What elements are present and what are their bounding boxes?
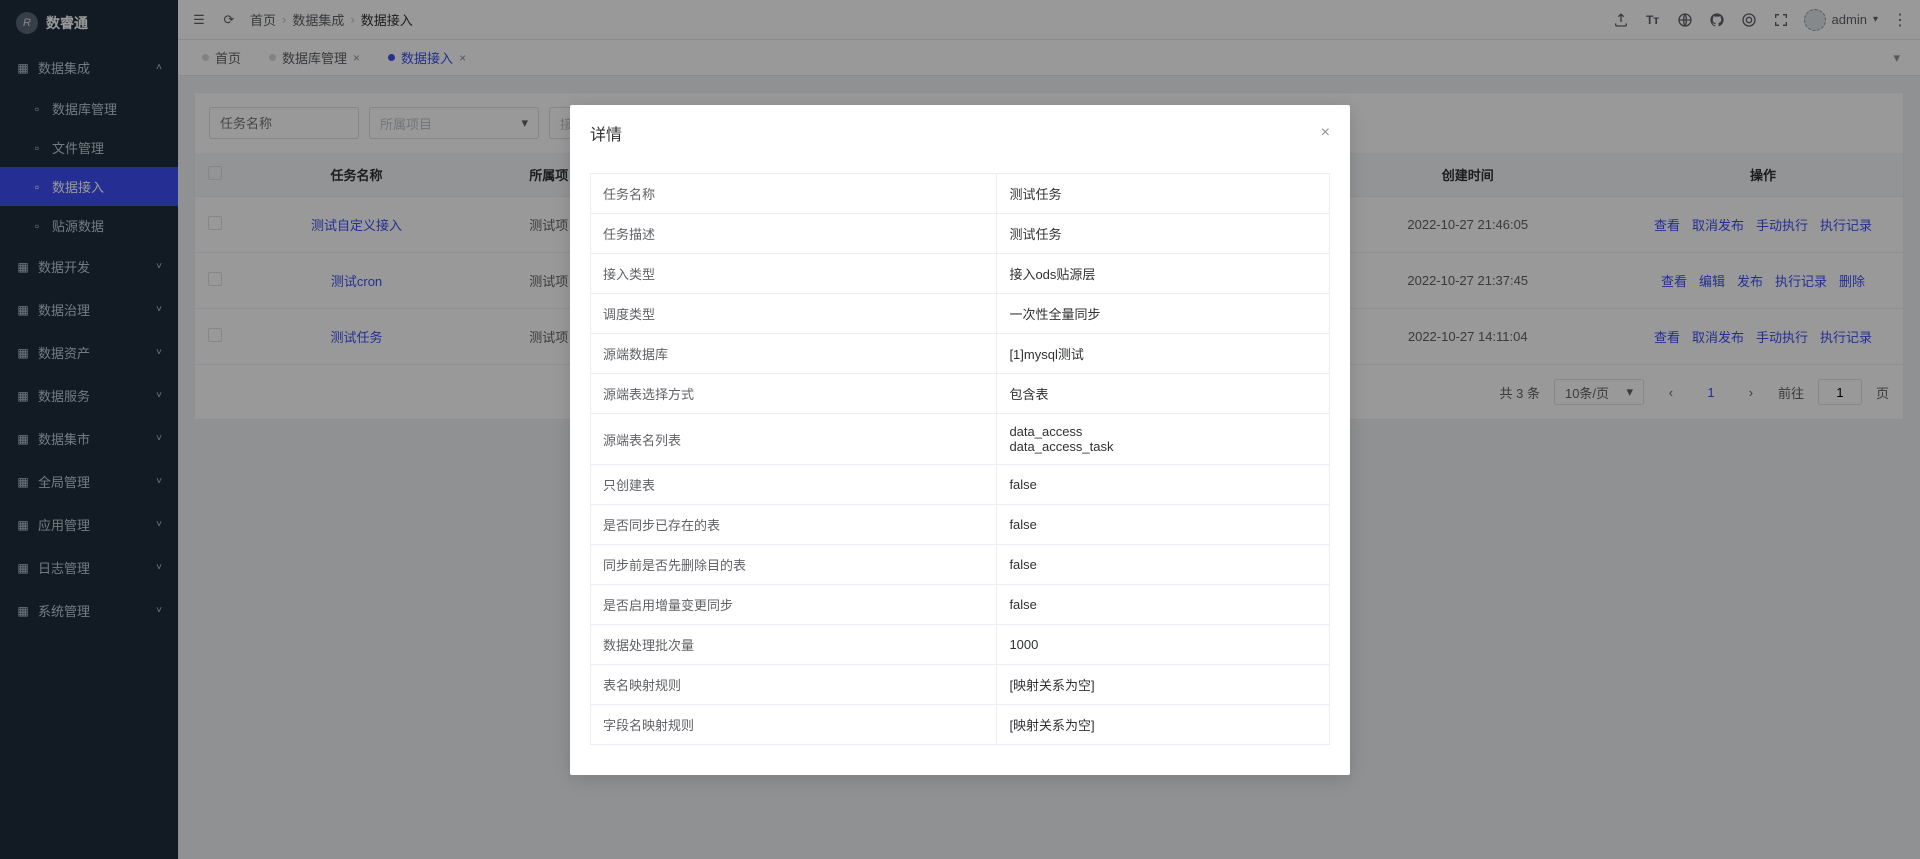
detail-row: 只创建表false: [591, 465, 1330, 505]
detail-label: 表名映射规则: [591, 665, 997, 705]
detail-label: 任务描述: [591, 214, 997, 254]
detail-label: 字段名映射规则: [591, 705, 997, 745]
detail-row: 是否同步已存在的表false: [591, 505, 1330, 545]
detail-dialog: 详情 × 任务名称测试任务任务描述测试任务接入类型接入ods贴源层调度类型一次性…: [570, 105, 1350, 775]
detail-row: 任务描述测试任务: [591, 214, 1330, 254]
detail-value: 测试任务: [997, 214, 1330, 254]
detail-row: 源端表选择方式包含表: [591, 374, 1330, 414]
detail-value: data_accessdata_access_task: [997, 414, 1330, 465]
detail-row: 数据处理批次量1000: [591, 625, 1330, 665]
detail-row: 字段名映射规则[映射关系为空]: [591, 705, 1330, 745]
detail-row: 同步前是否先删除目的表false: [591, 545, 1330, 585]
detail-row: 调度类型一次性全量同步: [591, 294, 1330, 334]
detail-value: 1000: [997, 625, 1330, 665]
detail-value: [映射关系为空]: [997, 705, 1330, 745]
detail-label: 源端表选择方式: [591, 374, 997, 414]
detail-value: false: [997, 545, 1330, 585]
detail-value: false: [997, 505, 1330, 545]
detail-label: 数据处理批次量: [591, 625, 997, 665]
dialog-title: 详情: [590, 121, 622, 145]
detail-value: 包含表: [997, 374, 1330, 414]
detail-value: false: [997, 465, 1330, 505]
detail-label: 同步前是否先删除目的表: [591, 545, 997, 585]
detail-label: 源端表名列表: [591, 414, 997, 465]
detail-label: 是否同步已存在的表: [591, 505, 997, 545]
detail-row: 是否启用增量变更同步false: [591, 585, 1330, 625]
detail-value: 接入ods贴源层: [997, 254, 1330, 294]
detail-value: [1]mysql测试: [997, 334, 1330, 374]
detail-row: 源端表名列表data_accessdata_access_task: [591, 414, 1330, 465]
detail-value: 测试任务: [997, 174, 1330, 214]
detail-table: 任务名称测试任务任务描述测试任务接入类型接入ods贴源层调度类型一次性全量同步源…: [590, 173, 1330, 745]
detail-label: 只创建表: [591, 465, 997, 505]
detail-label: 任务名称: [591, 174, 997, 214]
modal-overlay[interactable]: 详情 × 任务名称测试任务任务描述测试任务接入类型接入ods贴源层调度类型一次性…: [0, 0, 1920, 859]
detail-row: 表名映射规则[映射关系为空]: [591, 665, 1330, 705]
detail-label: 接入类型: [591, 254, 997, 294]
detail-label: 源端数据库: [591, 334, 997, 374]
detail-value: false: [997, 585, 1330, 625]
detail-row: 接入类型接入ods贴源层: [591, 254, 1330, 294]
detail-label: 是否启用增量变更同步: [591, 585, 997, 625]
detail-row: 源端数据库[1]mysql测试: [591, 334, 1330, 374]
detail-row: 任务名称测试任务: [591, 174, 1330, 214]
detail-value: 一次性全量同步: [997, 294, 1330, 334]
close-icon[interactable]: ×: [1321, 124, 1330, 142]
detail-value: [映射关系为空]: [997, 665, 1330, 705]
detail-label: 调度类型: [591, 294, 997, 334]
